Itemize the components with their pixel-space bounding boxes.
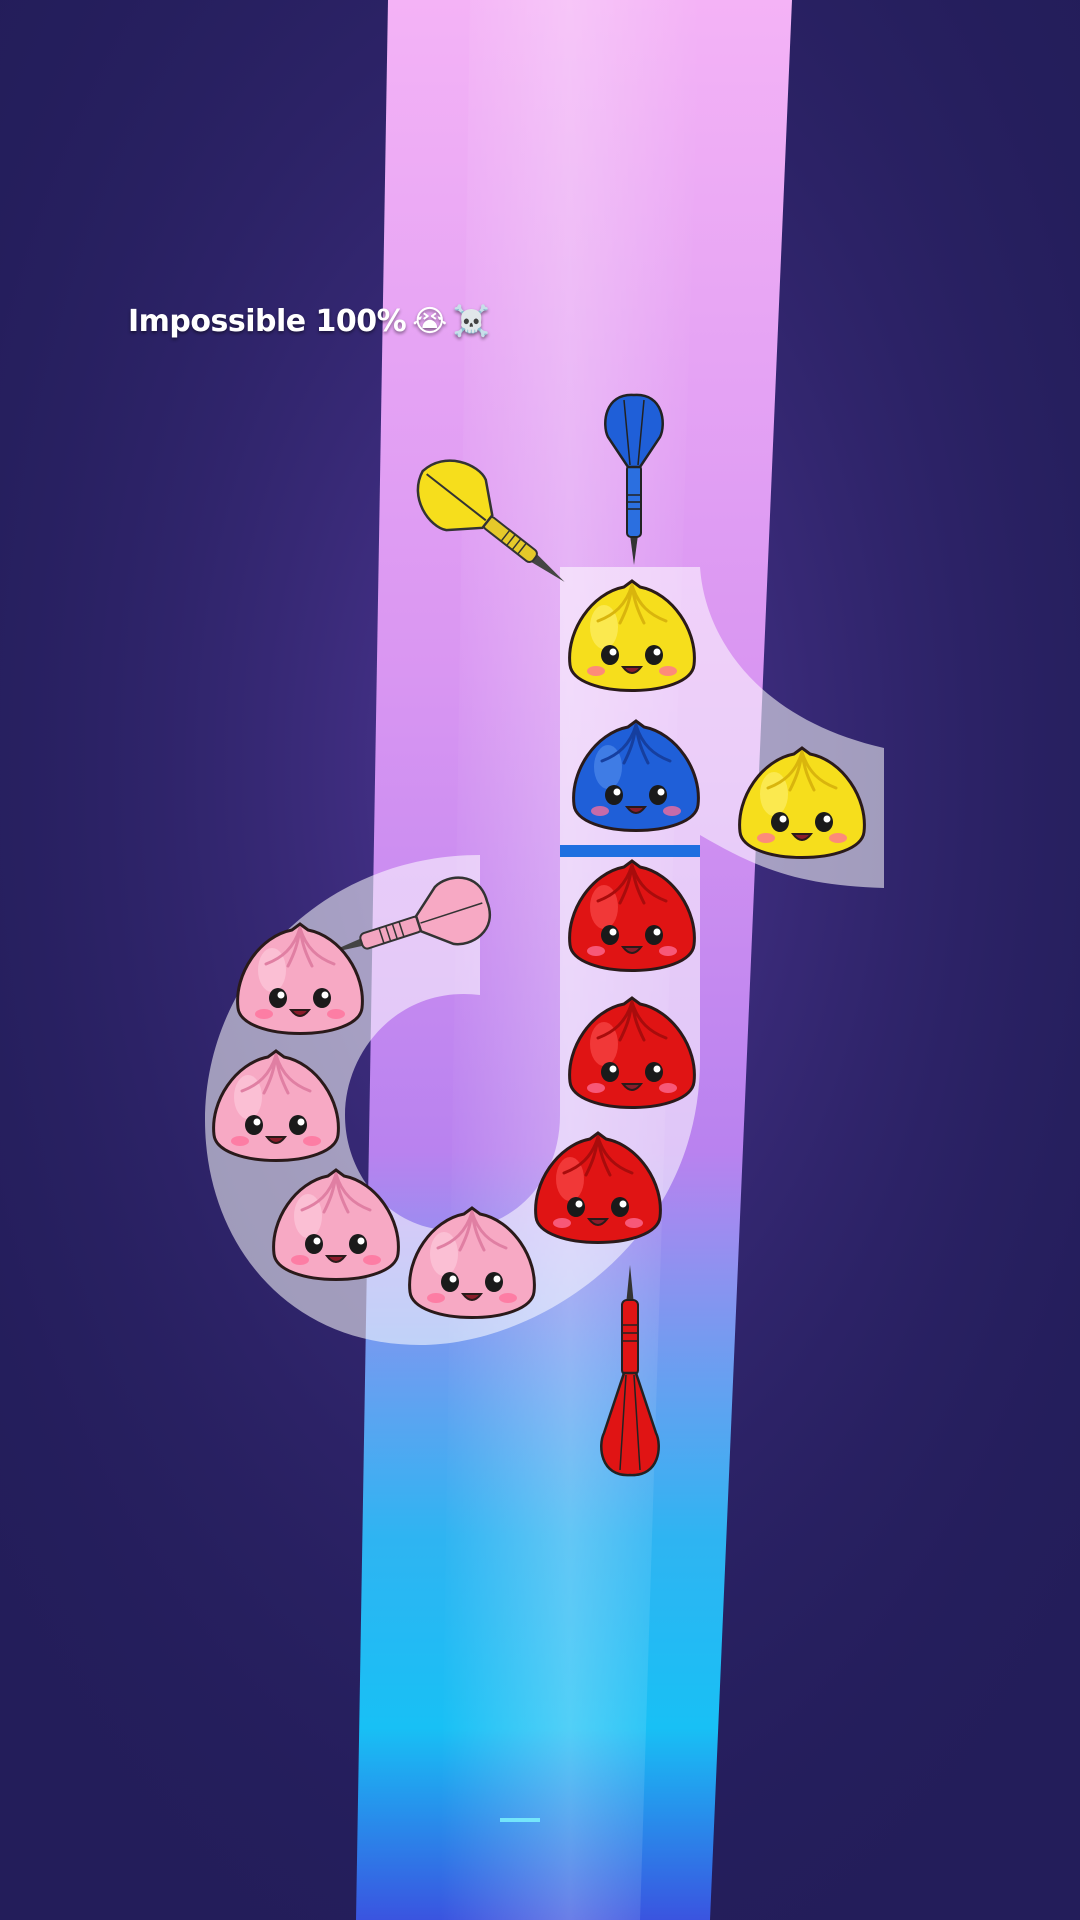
- game-board: [205, 393, 884, 1477]
- red-dart[interactable]: [600, 1265, 660, 1477]
- yellow-dart[interactable]: [401, 444, 586, 609]
- dumplings-layer: [212, 579, 866, 1319]
- blue-dart[interactable]: [604, 393, 664, 565]
- game-stage: Impossible 100% 😭 ☠️: [0, 0, 1080, 1920]
- divider-line: [560, 845, 700, 857]
